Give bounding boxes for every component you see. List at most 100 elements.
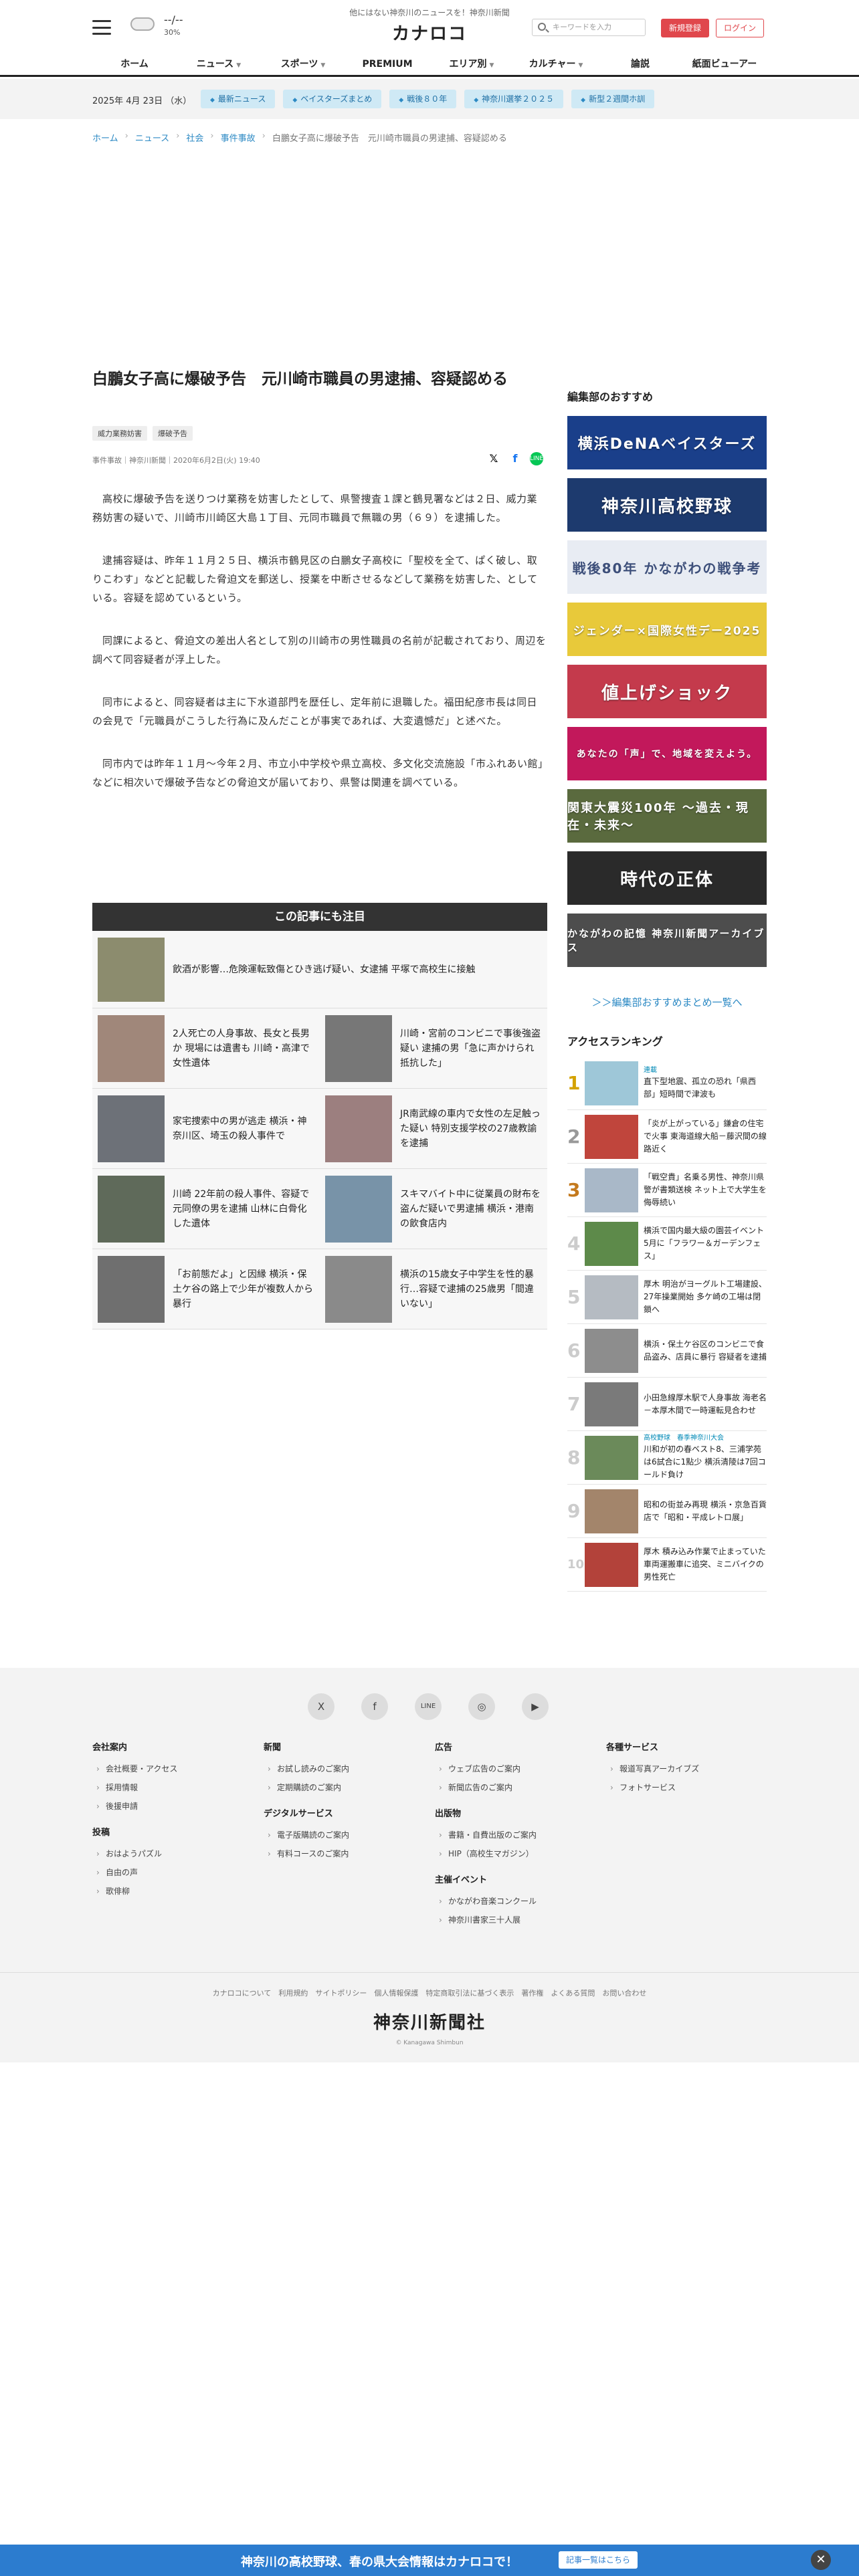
instagram-icon[interactable]: ◎: [468, 1693, 495, 1720]
ranking-item[interactable]: 4 横浜で国内最大級の園芸イベント 5月に「フラワー＆ガーデンフェス」: [567, 1217, 767, 1271]
related-item[interactable]: スキマバイト中に従業員の財布を盗んだ疑いで男逮捕 横浜・港南の飲食店内: [320, 1169, 547, 1249]
nav-sports[interactable]: スポーツ ▼: [261, 53, 345, 75]
footer-logo[interactable]: 神奈川新聞社: [0, 2009, 859, 2034]
x-icon[interactable]: X: [308, 1693, 335, 1720]
ranking-item[interactable]: 6 横浜・保土ケ谷区のコンビニで食品盗み、店員に暴行 容疑者を逮捕: [567, 1324, 767, 1378]
article-tag[interactable]: 爆破予告: [153, 426, 193, 441]
nav-culture-label: カルチャー: [529, 59, 576, 70]
breadcrumb-news[interactable]: ニュース: [135, 131, 169, 144]
related-item[interactable]: JR南武線の車内で女性の左足触った疑い 特別支援学校の27歳教諭を逮捕: [320, 1089, 547, 1169]
search-placeholder: キーワードを入力: [553, 23, 611, 31]
footer-link[interactable]: 採用情報: [92, 1778, 264, 1797]
footer-link[interactable]: 神奈川書家三十人展: [435, 1911, 606, 1929]
nav-viewer[interactable]: 紙面ビューアー: [682, 53, 767, 75]
footer-link[interactable]: かながわ音楽コンクール: [435, 1892, 606, 1911]
promo-banner[interactable]: 関東大震災100年 〜過去・現在・未来〜: [567, 789, 767, 843]
nav-area[interactable]: エリア別 ▼: [430, 53, 514, 75]
promo-banner[interactable]: あなたの「声」で、地域を変えよう。: [567, 727, 767, 780]
footer-link[interactable]: 定期購読のご案内: [264, 1778, 435, 1797]
line-icon[interactable]: LINE: [415, 1693, 442, 1720]
close-icon[interactable]: ✕: [811, 2550, 831, 2570]
footer-link[interactable]: 有料コースのご案内: [264, 1844, 435, 1863]
footer-link[interactable]: ウェブ広告のご案内: [435, 1759, 606, 1778]
breadcrumb-society[interactable]: 社会: [186, 131, 203, 144]
footer-link[interactable]: 電子版購読のご案内: [264, 1826, 435, 1844]
promo-banner[interactable]: 値上げショック: [567, 665, 767, 718]
rank-number: 3: [567, 1179, 581, 1201]
editor-picks: 横浜DeNAベイスターズ 神奈川高校野球 戦後80年 かながわの戦争考 ジェンダ…: [567, 416, 767, 976]
ranking-title: 横浜・保土ケ谷区のコンビニで食品盗み、店員に暴行 容疑者を逮捕: [644, 1339, 767, 1362]
related-item-title: 家宅捜索中の男が逃走 横浜・神奈川区、埼玉の殺人事件で: [173, 1115, 307, 1142]
ranking-item[interactable]: 8 高校野球 春季神奈川大会 川和が初の春ベスト8、三浦学苑は6試合に1點少 横浜清…: [567, 1431, 767, 1485]
footer-link[interactable]: 新聞広告のご案内: [435, 1778, 606, 1797]
article-tag[interactable]: 威力業務妨害: [92, 426, 147, 441]
promo-banner[interactable]: ジェンダー×国際女性デー2025: [567, 603, 767, 656]
register-button[interactable]: 新規登録: [661, 19, 709, 37]
youtube-icon[interactable]: ▶: [522, 1693, 549, 1720]
topic-pill[interactable]: 新型２週間ホ訓: [571, 90, 655, 108]
facebook-icon[interactable]: f: [361, 1693, 388, 1720]
promo-text: 神奈川の高校野球、春の県大会情報はカナロコで！: [241, 2555, 518, 2569]
promo-banner[interactable]: 横浜DeNAベイスターズ: [567, 416, 767, 469]
breadcrumb-home[interactable]: ホーム: [92, 131, 118, 144]
footer-link[interactable]: お試し読みのご案内: [264, 1759, 435, 1778]
topic-pill[interactable]: 最新ニュース: [201, 90, 276, 108]
promo-banner[interactable]: かながわの記憶 神奈川新聞アーカイブス: [567, 914, 767, 967]
related-item[interactable]: 「お前態だよ」と因縁 横浜・保土ケ谷の路上で少年が複数人から暴行: [92, 1249, 320, 1329]
footer-link[interactable]: 後援申請: [92, 1797, 264, 1816]
related-item-title: 川崎・宮前のコンビニで事後強盗疑い 逮捕の男「急に声かけられ抵抗した」: [400, 1028, 541, 1069]
ranking-item[interactable]: 5 厚木 明治がヨーグルト工場建設、27年操業開始 多ケ崎の工場は閉鎖へ: [567, 1271, 767, 1324]
ranking-item[interactable]: 1 連載 直下型地震、孤立の恐れ「県西部」短時間で津波も: [567, 1057, 767, 1110]
related-item[interactable]: 2人死亡の人身事故、長女と長男か 現場には遺書も 川崎・高津で女性遺体: [92, 1008, 320, 1089]
search-input[interactable]: キーワードを入力: [532, 19, 646, 36]
article-paragraph: 高校に爆破予告を送りつけ業務を妨害したとして、県警捜査１課と鶴見署などは２日、威…: [92, 493, 537, 524]
nav-culture[interactable]: カルチャー ▼: [514, 53, 598, 75]
ranking-item[interactable]: 9 昭和の街並み再現 横浜・京急百貨店で「昭和・平成レトロ展」: [567, 1485, 767, 1538]
ranking-thumbnail: [585, 1328, 638, 1373]
line-share-icon[interactable]: LINE: [530, 452, 543, 465]
related-item[interactable]: 川崎 22年前の殺人事件、容疑で元同僚の男を逮捕 山林に白骨化した遺体: [92, 1169, 320, 1249]
footer-link[interactable]: 自由の声: [92, 1863, 264, 1882]
breadcrumb-incident[interactable]: 事件事故: [221, 131, 256, 144]
footer-legal-links[interactable]: カナロコについて 利用規約 サイトポリシー 個人情報保護 特定商取引法に基づく表…: [0, 1988, 859, 1998]
nav-news[interactable]: ニュース ▼: [177, 53, 261, 75]
ranking-item[interactable]: 3 「戦空貴」名乗る男性、神奈川県警が書類送検 ネット上で大学生を侮辱続い: [567, 1164, 767, 1217]
x-share-icon[interactable]: 𝕏: [487, 452, 500, 465]
nav-editorial[interactable]: 論説: [598, 53, 682, 75]
share-buttons: 𝕏 f LINE: [487, 452, 543, 465]
facebook-share-icon[interactable]: f: [508, 452, 522, 465]
footer-link[interactable]: フォトサービス: [606, 1778, 777, 1797]
footer-column: 広告 ウェブ広告のご案内 新聞広告のご案内 出版物 書籍・自費出版のご案内 HI…: [435, 1740, 606, 1939]
promo-banner[interactable]: 神奈川高校野球: [567, 478, 767, 532]
footer-link[interactable]: 書籍・自費出版のご案内: [435, 1826, 606, 1844]
sticky-promo-banner[interactable]: 神奈川の高校野球、春の県大会情報はカナロコで！ 記事一覧はこちら ✕: [0, 2545, 859, 2576]
promo-banner[interactable]: 戦後80年 かながわの戦争考: [567, 540, 767, 594]
related-item[interactable]: 横浜の15歳女子中学生を性的暴行…容疑で逮捕の25歳男「間違いない」: [320, 1249, 547, 1329]
topic-pill[interactable]: 戦後８０年: [389, 90, 457, 108]
footer-link[interactable]: 会社概要・アクセス: [92, 1759, 264, 1778]
footer-link[interactable]: 報道写真アーカイブズ: [606, 1759, 777, 1778]
related-item[interactable]: 川崎・宮前のコンビニで事後強盗疑い 逮捕の男「急に声かけられ抵抗した」: [320, 1008, 547, 1089]
footer-link[interactable]: HIP（高校生マガジン）: [435, 1844, 606, 1863]
nav-premium[interactable]: PREMIUM: [345, 53, 430, 75]
ranking-item[interactable]: 10 厚木 積み込み作業で止まっていた車両運搬車に追突、ミニバイクの男性死亡: [567, 1538, 767, 1592]
rank-number: 7: [567, 1393, 581, 1415]
ranking-title: 横浜で国内最大級の園芸イベント 5月に「フラワー＆ガーデンフェス」: [644, 1226, 765, 1261]
article-list-button[interactable]: 記事一覧はこちら: [559, 2551, 638, 2569]
site-tagline: 他にはない神奈川のニュースを！神奈川新聞: [349, 8, 510, 17]
ranking-title: 直下型地震、孤立の恐れ「県西部」短時間で津波も: [644, 1076, 757, 1099]
related-item[interactable]: 飲酒が影響…危険運転致傷とひき逃げ疑い、女逮捕 平塚で高校生に接触: [92, 931, 547, 1008]
ranking-heading: アクセスランキング: [567, 1035, 663, 1048]
topic-pill[interactable]: ベイスターズまとめ: [283, 90, 382, 108]
related-item[interactable]: 家宅捜索中の男が逃走 横浜・神奈川区、埼玉の殺人事件で: [92, 1089, 320, 1169]
footer-link[interactable]: おはようパズル: [92, 1844, 264, 1863]
footer-link[interactable]: 歌俳柳: [92, 1882, 264, 1901]
ranking-item[interactable]: 2 「炎が上がっている」鎌倉の住宅で火事 東海道線大船－藤沢間の線路近く: [567, 1110, 767, 1164]
promo-banner[interactable]: 時代の正体: [567, 851, 767, 905]
topic-pill[interactable]: 神奈川選挙２０２５: [464, 90, 564, 108]
ranking-item[interactable]: 7 小田急線厚木駅で人身事故 海老名－本厚木間で一時運転見合わせ: [567, 1378, 767, 1431]
ranking-text: 連載 直下型地震、孤立の恐れ「県西部」短時間で津波も: [644, 1066, 767, 1101]
editor-picks-more-link[interactable]: ＞＞編集部おすすめまとめ一覧へ: [567, 995, 767, 1009]
login-button[interactable]: ログイン: [716, 19, 764, 37]
nav-home[interactable]: ホーム: [92, 53, 177, 75]
